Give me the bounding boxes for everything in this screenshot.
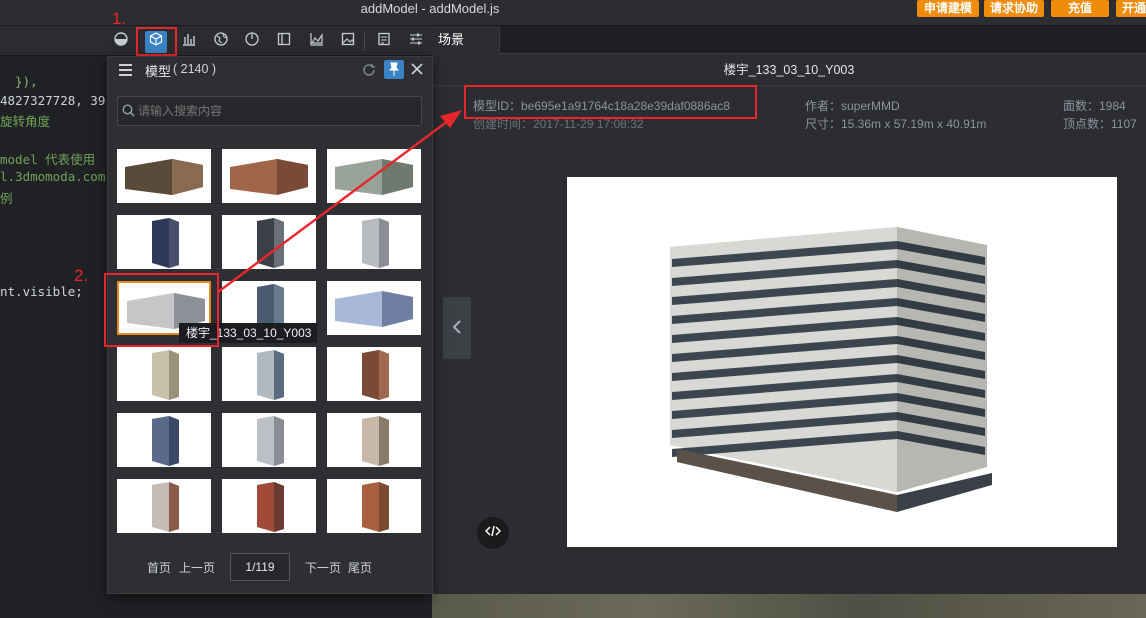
annotation-arrow [217,110,462,293]
